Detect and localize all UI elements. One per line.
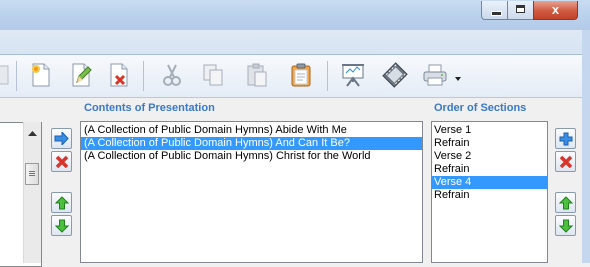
song-list-scrollbar[interactable] bbox=[23, 122, 41, 263]
remove-section-button[interactable] bbox=[555, 151, 576, 172]
arrow-up-icon bbox=[558, 195, 573, 209]
move-down-button[interactable] bbox=[51, 215, 72, 236]
arrow-down-icon bbox=[54, 219, 69, 233]
scroll-up-arrow[interactable] bbox=[28, 128, 37, 140]
chevron-up-icon bbox=[28, 131, 37, 136]
move-up-button[interactable] bbox=[51, 192, 72, 213]
toolbar bbox=[0, 55, 582, 98]
minimize-button[interactable] bbox=[481, 1, 508, 20]
maximize-button[interactable] bbox=[507, 1, 534, 20]
section-list-item[interactable]: Refrain bbox=[432, 137, 547, 150]
section-move-down-button[interactable] bbox=[555, 215, 576, 236]
presentation-list-item[interactable]: (A Collection of Public Domain Hymns) Ab… bbox=[81, 124, 422, 137]
close-icon: x bbox=[551, 2, 560, 17]
maximize-icon bbox=[516, 5, 525, 13]
menu-strip bbox=[0, 30, 590, 55]
section-list-item[interactable]: Verse 1 bbox=[432, 124, 547, 137]
red-x-icon bbox=[55, 155, 68, 168]
section-item-label: Refrain bbox=[434, 137, 470, 149]
section-item-label: Refrain bbox=[434, 163, 470, 175]
contents-list[interactable]: (A Collection of Public Domain Hymns) Ab… bbox=[80, 121, 423, 263]
clipboard-icon[interactable] bbox=[286, 60, 316, 90]
print-icon[interactable] bbox=[420, 60, 450, 90]
film-icon[interactable] bbox=[380, 60, 410, 90]
presentation-item-label: (A Collection of Public Domain Hymns) An… bbox=[84, 137, 350, 149]
cut-icon[interactable] bbox=[157, 60, 187, 90]
section-list-item[interactable]: Refrain bbox=[432, 163, 547, 176]
close-button[interactable]: x bbox=[533, 1, 578, 20]
section-list-item[interactable]: Verse 2 bbox=[432, 150, 547, 163]
new-document-icon[interactable] bbox=[26, 60, 56, 90]
title-bar: x bbox=[0, 0, 590, 30]
partial-toolbar-icon bbox=[0, 60, 16, 90]
toolbar-separator bbox=[16, 61, 17, 91]
add-to-presentation-button[interactable] bbox=[51, 128, 72, 149]
contents-title: Contents of Presentation bbox=[84, 102, 215, 114]
section-item-label: Verse 1 bbox=[434, 124, 472, 136]
section-item-label: Verse 2 bbox=[434, 150, 472, 162]
minimize-icon bbox=[491, 11, 502, 16]
section-list-item[interactable]: Refrain bbox=[432, 189, 547, 202]
presentation-easel-icon[interactable] bbox=[338, 60, 368, 90]
section-move-up-button[interactable] bbox=[555, 192, 576, 213]
presentation-item-label: (A Collection of Public Domain Hymns) Ab… bbox=[84, 124, 347, 136]
red-x-icon bbox=[559, 155, 572, 168]
toolbar-separator bbox=[327, 61, 328, 91]
section-item-label: Verse 4 bbox=[434, 176, 472, 188]
arrow-up-icon bbox=[54, 195, 69, 209]
print-dropdown-arrow[interactable] bbox=[454, 73, 462, 85]
paste-icon[interactable] bbox=[242, 60, 272, 90]
add-section-button[interactable] bbox=[555, 128, 576, 149]
edit-document-icon[interactable] bbox=[66, 60, 96, 90]
delete-document-icon[interactable] bbox=[104, 60, 134, 90]
copy-icon[interactable] bbox=[198, 60, 228, 90]
sections-list[interactable]: Verse 1 Refrain Verse 2 Refrain Verse 4 Refra… bbox=[431, 121, 548, 263]
sections-title: Order of Sections bbox=[434, 102, 527, 114]
presentation-list-item[interactable]: (A Collection of Public Domain Hymns) An… bbox=[81, 137, 422, 150]
arrow-right-icon bbox=[54, 132, 69, 145]
presentation-list-item[interactable]: (A Collection of Public Domain Hymns) Ch… bbox=[81, 150, 422, 163]
window-frame-right bbox=[582, 30, 590, 263]
chevron-down-icon bbox=[455, 77, 461, 81]
arrow-down-icon bbox=[558, 219, 573, 233]
toolbar-separator bbox=[143, 61, 144, 91]
plus-icon bbox=[559, 132, 572, 145]
scroll-thumb[interactable] bbox=[25, 163, 39, 185]
remove-from-presentation-button[interactable] bbox=[51, 151, 72, 172]
section-list-item[interactable]: Verse 4 bbox=[432, 176, 547, 189]
presentation-item-label: (A Collection of Public Domain Hymns) Ch… bbox=[84, 150, 371, 162]
section-item-label: Refrain bbox=[434, 189, 470, 201]
